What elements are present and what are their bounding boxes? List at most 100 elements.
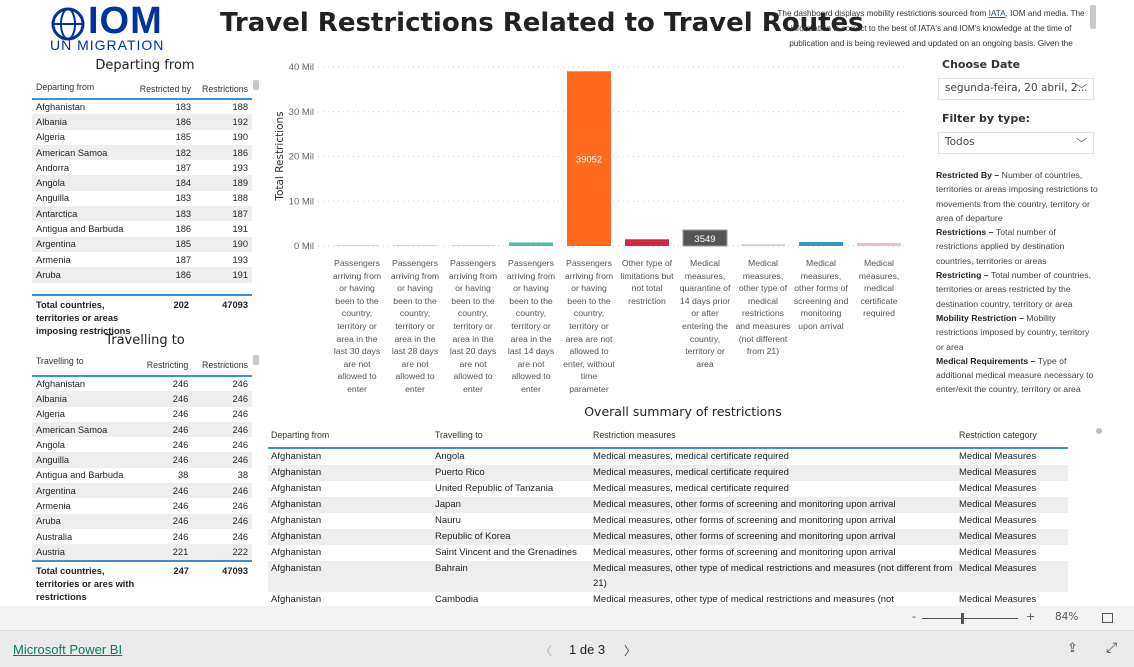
table-row[interactable]: Argentina 185 190 [32,236,252,252]
table-row[interactable]: Albania 186 192 [32,114,252,130]
table-row[interactable]: Austria 221 222 [32,544,252,560]
table-row[interactable]: Anguilla 183 188 [32,191,252,206]
col-restrictions[interactable]: Restrictions [192,354,252,376]
col-travelling[interactable]: Travelling to [32,354,137,376]
scrollbar[interactable] [1090,5,1096,29]
value-cell: 246 [192,421,252,438]
table-row[interactable]: Aruba 246 246 [32,513,252,529]
departing-scrollbar[interactable] [253,80,259,90]
travelling-table: Travelling to Restricting Restrictions Afg… [32,354,252,607]
y-tick-label: 10 Mil [289,196,314,207]
table-row[interactable]: Angola 246 246 [32,437,252,452]
table-row[interactable]: American Samoa 182 186 [32,144,252,161]
bar[interactable] [625,239,669,246]
bar[interactable] [509,242,553,246]
summary-scrollbar[interactable] [1096,428,1102,434]
bar[interactable] [335,245,379,246]
table-row[interactable]: Armenia 246 246 [32,498,252,513]
glossary: Restricted By – Number of countries, ter… [936,168,1098,397]
value-cell: 246 [137,483,193,499]
country-cell: Armenia [36,501,71,512]
value-cell: 246 [232,501,248,512]
table-row[interactable]: Aruba 186 191 [32,267,252,283]
table-row[interactable]: Algeria 246 246 [32,407,252,422]
summary-cell: Medical measures, medical certificate re… [593,451,789,462]
y-tick-label: 0 Mil [294,241,314,252]
table-row[interactable]: Antigua and Barbuda 186 191 [32,221,252,236]
summary-cell: Afghanistan [271,482,322,494]
col-departing[interactable]: Departing from [32,80,133,99]
table-row[interactable]: Antarctica 183 187 [32,206,252,222]
col-restricted-by[interactable]: Restricted by [133,80,196,99]
table-row[interactable]: Antigua and Barbuda 38 38 [32,468,252,483]
summary-cell: Afghanistan [268,496,432,513]
value-cell: 186 [175,224,192,235]
column-header[interactable]: Restriction category [956,426,1068,448]
table-row[interactable]: Afghanistan Japan Medical measures, other … [268,496,1068,513]
table-row[interactable]: Anguilla 246 246 [32,452,252,468]
zoom-slider-thumb[interactable] [961,613,964,624]
column-header[interactable]: Departing from [268,426,432,448]
summary-cell: Afghanistan [271,546,322,558]
country-cell: Algeria [36,409,65,420]
table-row[interactable]: Afghanistan Saint Vincent and the Grenadi… [268,545,1068,561]
summary-cell: Medical measures, other type of medical … [593,593,894,605]
table-row[interactable]: Afghanistan Puerto Rico Medical measures, … [268,464,1068,481]
fullscreen-icon[interactable]: ⤢ [1106,640,1117,656]
col-restrictions[interactable]: Restrictions [195,80,252,99]
bar[interactable] [857,242,901,246]
table-row[interactable]: Afghanistan 246 246 [32,376,252,391]
bar[interactable] [393,245,437,246]
bar[interactable] [451,245,495,246]
value-cell: 246 [232,379,248,390]
col-restricting[interactable]: Restricting [137,354,192,376]
table-row[interactable]: Afghanistan Bahrain Medical measures, othe… [268,560,1068,592]
country-cell: Anguilla [36,193,70,204]
share-icon[interactable]: ⇪ [1067,641,1078,656]
zoom-out-button[interactable]: - [912,610,916,623]
fit-to-page-icon[interactable] [1102,613,1113,623]
zoom-slider[interactable] [922,618,1018,619]
value-cell: 189 [195,175,252,191]
table-row[interactable]: Afghanistan Angola Medical measures, medic… [268,448,1068,465]
value-cell: 246 [172,379,189,390]
summary-cell: Afghanistan [271,451,322,462]
table-row[interactable]: Afghanistan 183 188 [32,99,252,114]
date-dropdown[interactable]: segunda-feira, 20 abril, 2... ﹀ [938,78,1094,100]
next-page-button[interactable]: 〉 [624,642,636,659]
country-cell: American Samoa [32,144,133,161]
type-dropdown[interactable]: Todos ﹀ [938,132,1094,154]
table-row[interactable]: Argentina 246 246 [32,483,252,499]
table-row[interactable]: Armenia 187 193 [32,252,252,267]
chevron-down-icon: ﹀ [1076,83,1087,96]
value-cell: 184 [132,175,196,191]
column-header[interactable]: Travelling to [432,426,590,448]
travelling-scrollbar[interactable] [253,355,259,365]
power-bi-link[interactable]: Microsoft Power BI [13,642,122,657]
table-row[interactable]: Afghanistan Cambodia Medical measures, oth… [268,592,1068,607]
country-cell: Argentina [32,483,138,499]
table-row[interactable]: Albania 246 246 [32,391,252,407]
iata-link[interactable]: IATA [989,9,1006,18]
summary-cell: Medical measures, other type of medical … [590,560,956,592]
table-row[interactable]: Afghanistan United Republic of Tanzania Me… [268,481,1068,497]
table-row[interactable]: Algeria 185 190 [32,130,252,145]
table-row[interactable]: American Samoa 246 246 [32,421,252,438]
zoom-in-button[interactable]: + [1026,610,1035,623]
summary-cell: Afghanistan [268,464,432,481]
summary-cell: Bahrain [432,560,590,592]
value-cell: 183 [132,206,196,222]
value-cell: 246 [172,531,189,542]
bar[interactable] [741,244,785,246]
chart-plot: 0 Mil 10 Mil 20 Mil 30 Mil 40 Mil 39052 3549 [289,62,908,252]
prev-page-button[interactable]: 〈 [540,642,552,659]
table-row[interactable]: Angola 184 189 [32,175,252,191]
value-cell: 246 [232,531,248,542]
bar[interactable] [799,241,843,246]
table-row[interactable]: Afghanistan Republic of Korea Medical meas… [268,528,1068,545]
table-row[interactable]: Australia 246 246 [32,529,252,544]
column-header[interactable]: Restriction measures [590,426,956,448]
country-cell: Antigua and Barbuda [36,224,124,235]
table-row[interactable]: Andorra 187 193 [32,160,252,175]
table-row[interactable]: Afghanistan Nauru Medical measures, other … [268,513,1068,529]
